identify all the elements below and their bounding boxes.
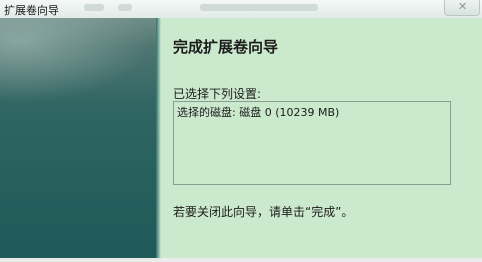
close-button[interactable]: ✕ xyxy=(444,0,480,16)
bottom-edge xyxy=(0,258,482,262)
title-bar-obscured-area xyxy=(200,4,318,11)
page-title: 完成扩展卷向导 xyxy=(173,38,279,56)
window-title: 扩展卷向导 xyxy=(4,4,59,17)
wizard-side-banner xyxy=(0,18,160,258)
settings-label: 已选择下列设置: xyxy=(173,87,262,101)
title-bar[interactable]: 扩展卷向导 ✕ xyxy=(0,0,482,18)
selected-disk-text: 选择的磁盘: 磁盘 0 (10239 MB) xyxy=(177,106,340,119)
settings-summary-box[interactable]: 选择的磁盘: 磁盘 0 (10239 MB) xyxy=(173,101,451,185)
wizard-content: 完成扩展卷向导 已选择下列设置: 选择的磁盘: 磁盘 0 (10239 MB) … xyxy=(161,18,482,258)
wizard-window: 扩展卷向导 ✕ 完成扩展卷向导 已选择下列设置: 选择的磁盘: 磁盘 0 (10… xyxy=(0,0,482,262)
title-bar-obscured-area xyxy=(118,4,132,11)
close-icon: ✕ xyxy=(458,0,468,13)
finish-instruction: 若要关闭此向导，请单击“完成”。 xyxy=(173,205,354,219)
title-bar-obscured-area xyxy=(84,4,104,11)
